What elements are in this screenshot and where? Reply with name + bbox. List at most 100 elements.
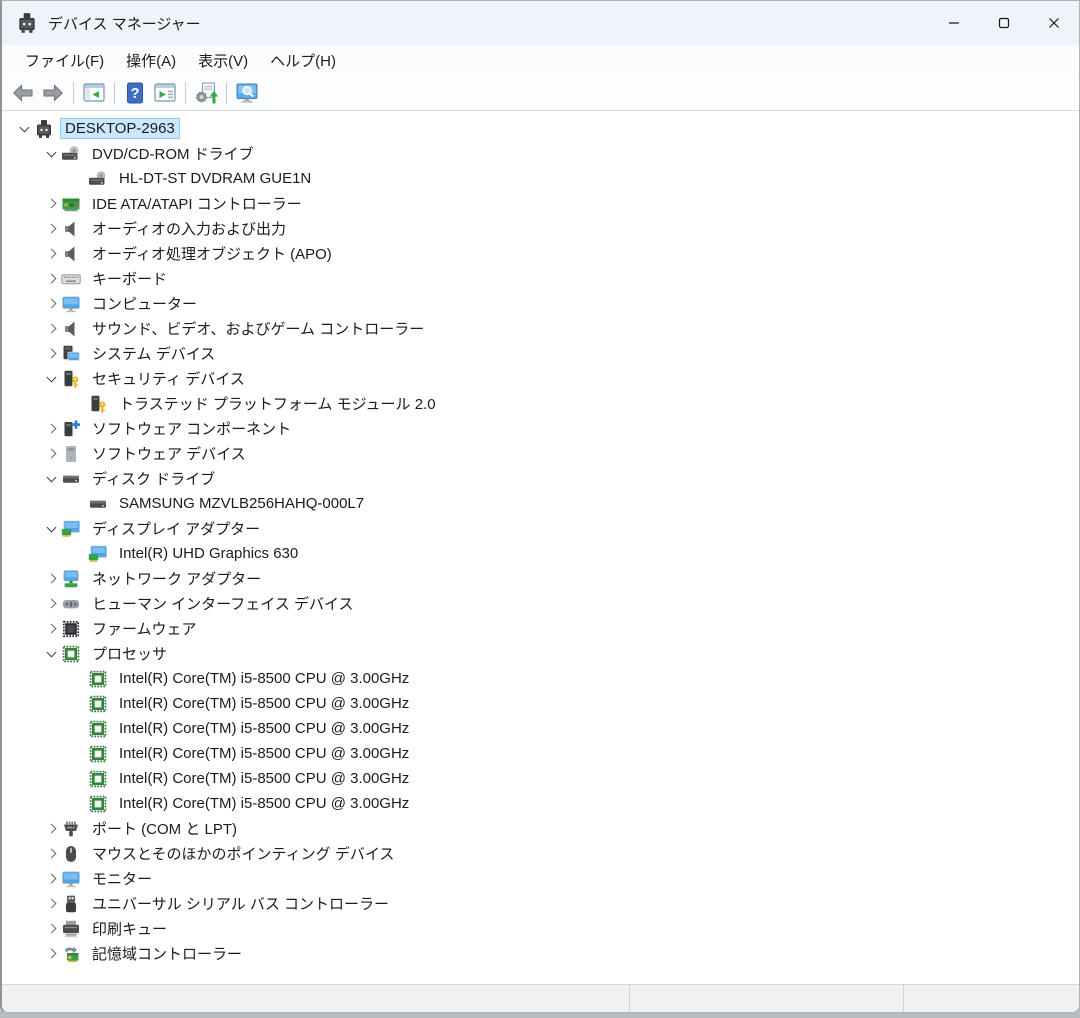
tree-item-label[interactable]: Intel(R) Core(TM) i5-8500 CPU @ 3.00GHz [114,693,414,714]
chevron-down-icon[interactable] [41,369,61,389]
tree-item[interactable]: ソフトウェア コンポーネント [2,416,1079,441]
tree-item-label[interactable]: コンピューター [87,291,202,316]
tree-item[interactable]: Intel(R) Core(TM) i5-8500 CPU @ 3.00GHz [2,716,1079,741]
tree-item-label[interactable]: Intel(R) Core(TM) i5-8500 CPU @ 3.00GHz [114,743,414,764]
tree-item[interactable]: システム デバイス [2,341,1079,366]
tree-item-label[interactable]: ディスク ドライブ [87,466,220,491]
chevron-right-icon[interactable] [41,269,61,289]
menu-help[interactable]: ヘルプ(H) [259,47,347,74]
tree-item-label[interactable]: ソフトウェア デバイス [87,441,251,466]
tree-item[interactable]: ディスプレイ アダプター [2,516,1079,541]
minimize-button[interactable] [929,1,979,45]
menu-file[interactable]: ファイル(F) [14,47,115,74]
tree-item-label[interactable]: オーディオの入力および出力 [87,216,291,241]
tree-item[interactable]: ディスク ドライブ [2,466,1079,491]
tree-item-label[interactable]: キーボード [87,266,172,291]
tree-item-label[interactable]: ユニバーサル シリアル バス コントローラー [87,891,394,916]
tree-item[interactable]: Intel(R) UHD Graphics 630 [2,541,1079,566]
tree-item[interactable]: ソフトウェア デバイス [2,441,1079,466]
tree-item-label[interactable]: HL-DT-ST DVDRAM GUE1N [114,168,316,189]
tree-item-label[interactable]: IDE ATA/ATAPI コントローラー [87,191,307,216]
forward-button[interactable] [38,79,68,107]
menu-action[interactable]: 操作(A) [115,47,187,74]
show-console-tree-button[interactable] [79,79,109,107]
tree-item[interactable]: HL-DT-ST DVDRAM GUE1N [2,166,1079,191]
tree-item[interactable]: コンピューター [2,291,1079,316]
tree-item-label[interactable]: ファームウェア [87,616,202,641]
chevron-down-icon[interactable] [41,519,61,539]
tree-item[interactable]: ネットワーク アダプター [2,566,1079,591]
tree-item[interactable]: ファームウェア [2,616,1079,641]
tree-item-label[interactable]: マウスとそのほかのポインティング デバイス [87,841,399,866]
update-driver-button[interactable] [191,79,221,107]
tree-item-label[interactable]: 記憶域コントローラー [87,941,247,966]
tree-item[interactable]: Intel(R) Core(TM) i5-8500 CPU @ 3.00GHz [2,791,1079,816]
chevron-right-icon[interactable] [41,294,61,314]
maximize-button[interactable] [979,1,1029,45]
chevron-right-icon[interactable] [41,219,61,239]
tree-item[interactable]: マウスとそのほかのポインティング デバイス [2,841,1079,866]
chevron-right-icon[interactable] [41,869,61,889]
tree-item[interactable]: セキュリティ デバイス [2,366,1079,391]
tree-item-label[interactable]: オーディオ処理オブジェクト (APO) [87,241,337,266]
tree-item[interactable]: Intel(R) Core(TM) i5-8500 CPU @ 3.00GHz [2,766,1079,791]
tree-item-label[interactable]: ポート (COM と LPT) [87,816,242,841]
tree-item[interactable]: ポート (COM と LPT) [2,816,1079,841]
tree-item-label[interactable]: Intel(R) Core(TM) i5-8500 CPU @ 3.00GHz [114,668,414,689]
chevron-down-icon[interactable] [41,644,61,664]
chevron-down-icon[interactable] [14,119,34,139]
tree-item-label[interactable]: ディスプレイ アダプター [87,516,265,541]
chevron-right-icon[interactable] [41,619,61,639]
tree-item[interactable]: DVD/CD-ROM ドライブ [2,141,1079,166]
tree-item[interactable]: モニター [2,866,1079,891]
chevron-right-icon[interactable] [41,594,61,614]
chevron-right-icon[interactable] [41,944,61,964]
chevron-right-icon[interactable] [41,569,61,589]
tree-item[interactable]: トラステッド プラットフォーム モジュール 2.0 [2,391,1079,416]
tree-item-label[interactable]: サウンド、ビデオ、およびゲーム コントローラー [87,316,429,341]
tree-item[interactable]: 印刷キュー [2,916,1079,941]
help-button[interactable] [120,79,150,107]
tree-item-label[interactable]: ヒューマン インターフェイス デバイス [87,591,359,616]
tree-item-label[interactable]: Intel(R) Core(TM) i5-8500 CPU @ 3.00GHz [114,768,414,789]
tree-item-label[interactable]: ネットワーク アダプター [87,566,266,591]
tree-item-label[interactable]: セキュリティ デバイス [87,366,250,391]
tree-item-label[interactable]: ソフトウェア コンポーネント [87,416,296,441]
close-button[interactable] [1029,1,1079,45]
tree-item-label[interactable]: DVD/CD-ROM ドライブ [87,141,259,166]
back-button[interactable] [8,79,38,107]
tree-item[interactable]: Intel(R) Core(TM) i5-8500 CPU @ 3.00GHz [2,666,1079,691]
tree-item[interactable]: キーボード [2,266,1079,291]
tree-item-label[interactable]: トラステッド プラットフォーム モジュール 2.0 [114,391,441,416]
tree-item[interactable]: SAMSUNG MZVLB256HAHQ-000L7 [2,491,1079,516]
chevron-right-icon[interactable] [41,444,61,464]
chevron-down-icon[interactable] [41,144,61,164]
properties-button[interactable] [150,79,180,107]
tree-item[interactable]: オーディオ処理オブジェクト (APO) [2,241,1079,266]
chevron-right-icon[interactable] [41,919,61,939]
tree-item[interactable]: プロセッサ [2,641,1079,666]
chevron-down-icon[interactable] [41,469,61,489]
menu-view[interactable]: 表示(V) [187,47,259,74]
tree-item[interactable]: Intel(R) Core(TM) i5-8500 CPU @ 3.00GHz [2,741,1079,766]
chevron-right-icon[interactable] [41,319,61,339]
chevron-right-icon[interactable] [41,344,61,364]
chevron-right-icon[interactable] [41,419,61,439]
tree-item[interactable]: 記憶域コントローラー [2,941,1079,966]
chevron-right-icon[interactable] [41,844,61,864]
tree-item-label[interactable]: Intel(R) UHD Graphics 630 [114,543,303,564]
tree-item-label[interactable]: DESKTOP-2963 [60,118,180,139]
tree-item[interactable]: Intel(R) Core(TM) i5-8500 CPU @ 3.00GHz [2,691,1079,716]
tree-item-label[interactable]: プロセッサ [87,641,172,666]
chevron-right-icon[interactable] [41,819,61,839]
tree-item-label[interactable]: 印刷キュー [87,916,172,941]
tree-item[interactable]: サウンド、ビデオ、およびゲーム コントローラー [2,316,1079,341]
chevron-right-icon[interactable] [41,194,61,214]
scan-hardware-changes-button[interactable] [232,79,262,107]
tree-item[interactable]: ユニバーサル シリアル バス コントローラー [2,891,1079,916]
tree-item-label[interactable]: SAMSUNG MZVLB256HAHQ-000L7 [114,493,369,514]
tree-item[interactable]: ヒューマン インターフェイス デバイス [2,591,1079,616]
tree-item-label[interactable]: システム デバイス [87,341,220,366]
tree-item[interactable]: オーディオの入力および出力 [2,216,1079,241]
tree-item[interactable]: IDE ATA/ATAPI コントローラー [2,191,1079,216]
